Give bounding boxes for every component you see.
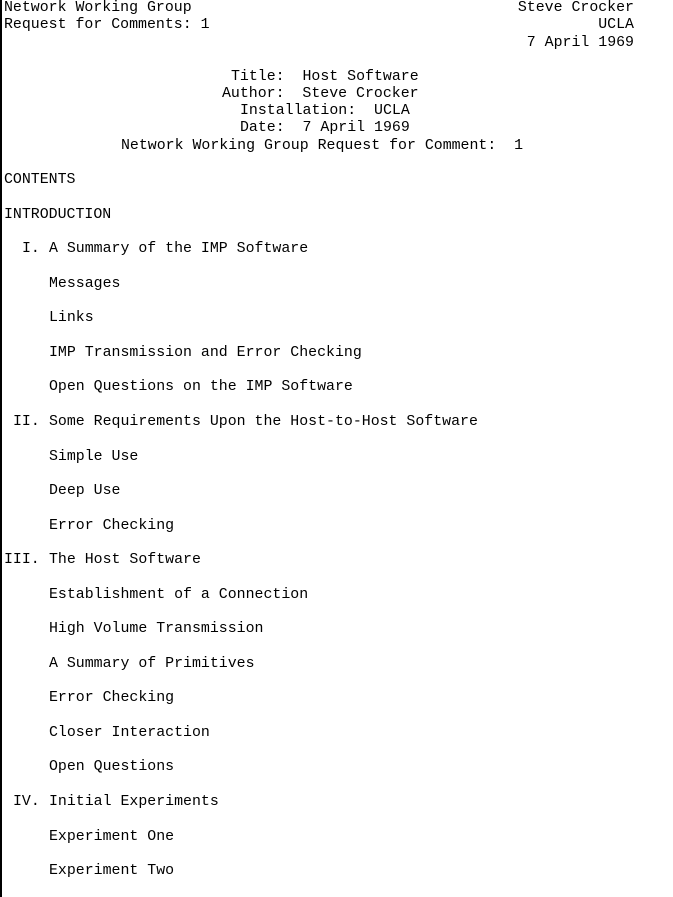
toc-item: Links xyxy=(49,310,94,326)
header-author: Steve Crocker xyxy=(517,0,634,16)
toc-section-title: Some Requirements Upon the Host-to-Host … xyxy=(49,414,478,430)
left-border-line xyxy=(0,0,2,897)
toc-item: Experiment One xyxy=(49,829,175,845)
header-institution: UCLA xyxy=(598,17,634,33)
toc-item: Deep Use xyxy=(49,483,121,499)
toc-item: Closer Interaction xyxy=(49,725,210,741)
header-rfc-number: Request for Comments: 1 xyxy=(4,17,210,33)
toc-item: IMP Transmission and Error Checking xyxy=(49,345,362,361)
contents-heading: CONTENTS xyxy=(4,172,76,188)
toc-section-title: A Summary of the IMP Software xyxy=(49,241,309,257)
toc-item: A Summary of Primitives xyxy=(49,656,255,672)
toc-item: High Volume Transmission xyxy=(49,621,264,637)
doc-date: Date: 7 April 1969 xyxy=(240,120,410,136)
doc-author: Author: Steve Crocker xyxy=(222,86,419,102)
toc-section-numeral: II. xyxy=(13,414,40,430)
toc-item: Experiment Two xyxy=(49,863,175,879)
toc-item: Simple Use xyxy=(49,449,139,465)
toc-introduction: INTRODUCTION xyxy=(4,207,112,223)
toc-item: Error Checking xyxy=(49,690,175,706)
toc-item: Open Questions on the IMP Software xyxy=(49,379,353,395)
header-date: 7 April 1969 xyxy=(526,35,634,51)
toc-section-numeral: IV. xyxy=(13,794,40,810)
toc-section-title: The Host Software xyxy=(49,552,201,568)
toc-item: Open Questions xyxy=(49,759,175,775)
toc-section-numeral: III. xyxy=(4,552,40,568)
toc-item: Error Checking xyxy=(49,518,175,534)
toc-item: Establishment of a Connection xyxy=(49,587,309,603)
doc-rfc-line: Network Working Group Request for Commen… xyxy=(121,138,524,154)
header-group-name: Network Working Group xyxy=(4,0,192,16)
toc-item: Messages xyxy=(49,276,121,292)
toc-section-title: Initial Experiments xyxy=(49,794,219,810)
toc-section-numeral: I. xyxy=(22,241,40,257)
doc-installation: Installation: UCLA xyxy=(240,103,410,119)
doc-title: Title: Host Software xyxy=(231,69,419,85)
